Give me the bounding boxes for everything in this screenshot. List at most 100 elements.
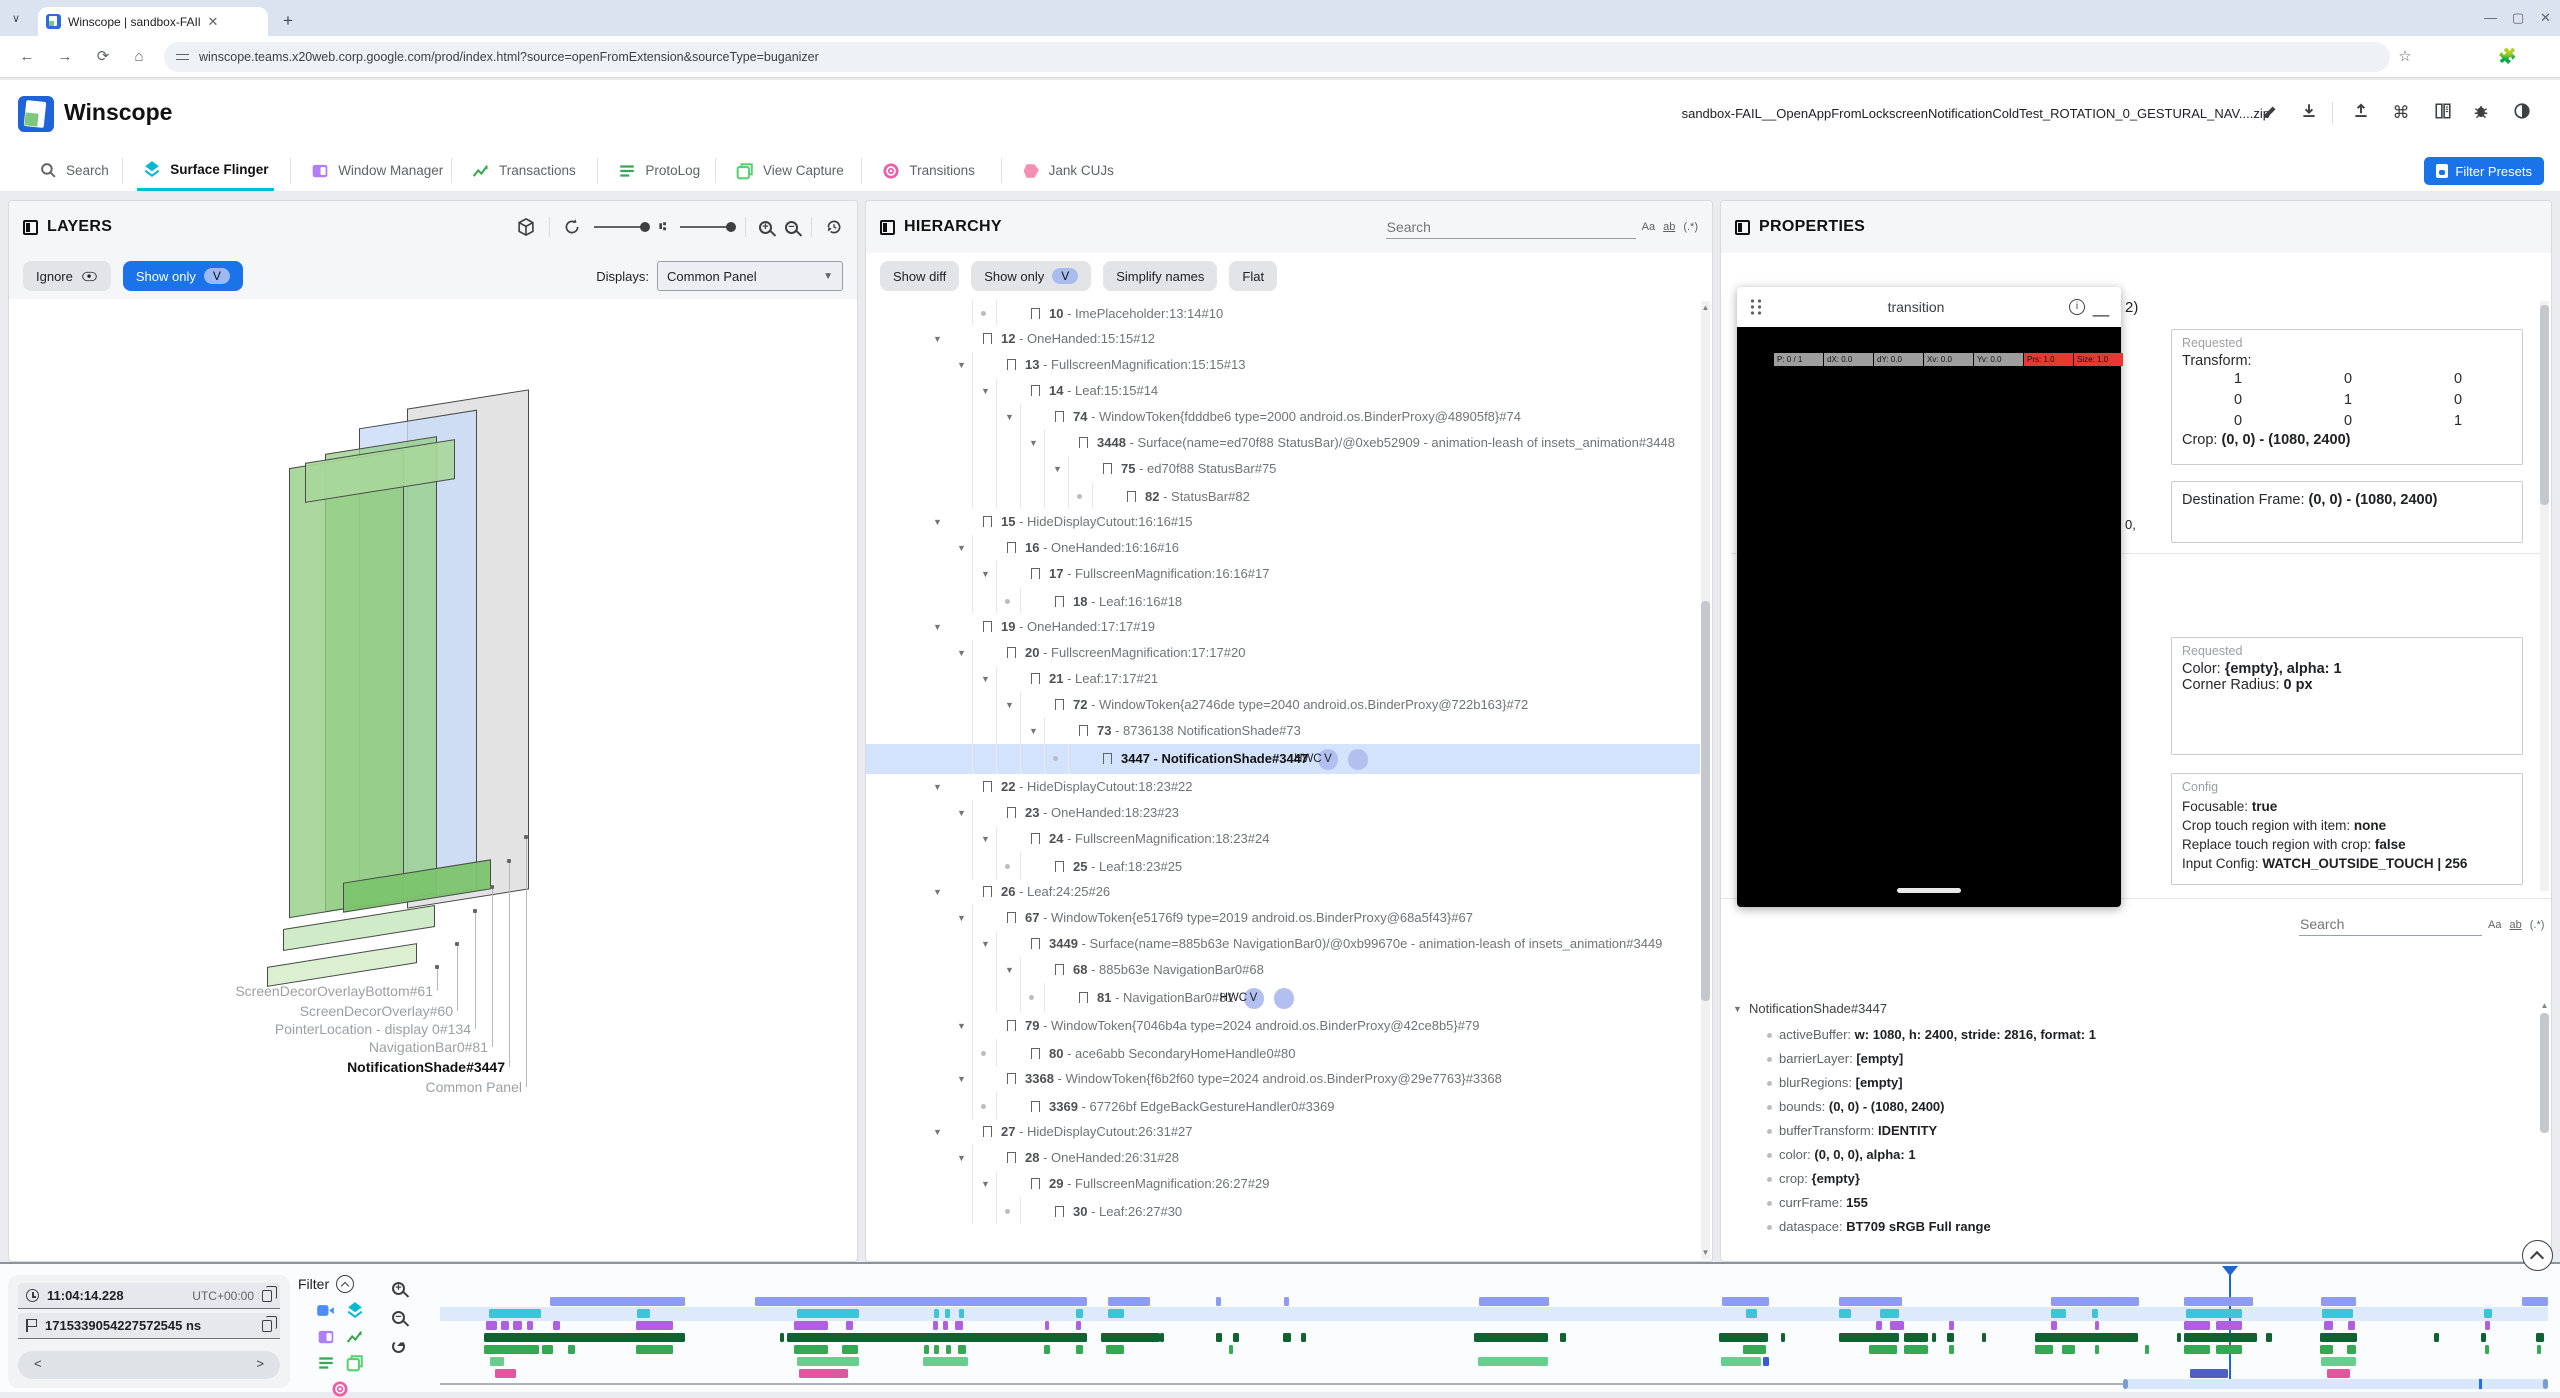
hierarchy-node-3448[interactable]: ▼3448 - Surface(name=ed70f88 StatusBar)/… — [866, 430, 1700, 456]
hierarchy-node-79[interactable]: ▼79 - WindowToken{7046b4a type=2024 andr… — [866, 1013, 1700, 1039]
hierarchy-node-25[interactable]: 25 - Leaf:18:23#25 — [866, 852, 1700, 879]
bookmark-star-icon[interactable]: ☆ — [2396, 48, 2414, 66]
show-rect-icon[interactable] — [1007, 359, 1016, 370]
range-selection[interactable] — [2123, 1379, 2548, 1389]
trace-filter-icons[interactable] — [310, 1301, 370, 1398]
show-rect-icon[interactable] — [1055, 964, 1064, 975]
hierarchy-node-20[interactable]: ▼20 - FullscreenMagnification:17:17#20 — [866, 640, 1700, 666]
show-rect-icon[interactable] — [983, 333, 992, 344]
window-minimize-button[interactable]: — — [2484, 10, 2497, 25]
hierarchy-node-3368[interactable]: ▼3368 - WindowToken{f6b2f60 type=2024 an… — [866, 1066, 1700, 1092]
hierarchy-node-18[interactable]: 18 - Leaf:16:16#18 — [866, 587, 1700, 614]
hierarchy-node-3447[interactable]: 3447 - NotificationShade#3447HWCV — [866, 744, 1700, 774]
window-close-button[interactable]: ✕ — [2540, 10, 2551, 26]
hierarchy-node-80[interactable]: 80 - ace6abb SecondaryHomeHandle0#80 — [866, 1039, 1700, 1066]
expand-arrow-icon[interactable]: ▼ — [1015, 1176, 1031, 1193]
scroll-down-icon[interactable]: ▼ — [1701, 1248, 1710, 1257]
hierarchy-node-3369[interactable]: 3369 - 67726bf EdgeBackGestureHandler0#3… — [866, 1092, 1700, 1119]
expand-arrow-icon[interactable]: ▼ — [967, 884, 983, 901]
hierarchy-node-28[interactable]: ▼28 - OneHanded:26:31#28 — [866, 1145, 1700, 1171]
expand-arrow-icon[interactable]: ▼ — [991, 645, 1007, 662]
copy-icon[interactable] — [262, 1290, 272, 1302]
search-options[interactable]: Aa ab (.*) — [2488, 919, 2544, 931]
expand-arrow-icon[interactable]: ▼ — [1063, 723, 1079, 740]
show-rect-icon[interactable] — [983, 886, 992, 897]
expand-arrow-icon[interactable]: ▼ — [1015, 936, 1031, 953]
show-rect-icon[interactable] — [1031, 1178, 1040, 1189]
tab-transitions[interactable]: Transitions — [876, 150, 981, 191]
expand-arrow-icon[interactable]: ▼ — [991, 805, 1007, 822]
timeline-reset-icon[interactable] — [392, 1340, 405, 1353]
expand-arrow-icon[interactable]: ▼ — [991, 910, 1007, 927]
hierarchy-scroll-thumb[interactable] — [1701, 601, 1710, 1001]
hierarchy-node-23[interactable]: ▼23 - OneHanded:18:23#23 — [866, 800, 1700, 826]
expand-arrow-icon[interactable]: ▼ — [1015, 566, 1031, 583]
hierarchy-node-29[interactable]: ▼29 - FullscreenMagnification:26:27#29 — [866, 1171, 1700, 1197]
show-rect-icon[interactable] — [1055, 596, 1064, 607]
hierarchy-node-72[interactable]: ▼72 - WindowToken{a2746de type=2040 andr… — [866, 692, 1700, 718]
expand-arrow-icon[interactable]: ▼ — [1063, 435, 1079, 452]
layer-label[interactable]: ScreenDecorOverlayBottom#61 — [235, 983, 433, 999]
forward-icon[interactable]: → — [56, 48, 74, 66]
hierarchy-node-74[interactable]: ▼74 - WindowToken{fdddbe6 type=2000 andr… — [866, 404, 1700, 430]
show-rect-icon[interactable] — [1007, 1020, 1016, 1031]
property-row-currFrame[interactable]: currFrame: 155 — [1731, 1190, 2535, 1214]
range-handle-left[interactable] — [2123, 1379, 2128, 1389]
report-bug-icon[interactable] — [2472, 102, 2494, 124]
shortcuts-cmd-icon[interactable]: ⌘ — [2390, 102, 2412, 124]
collapse-filter-icon[interactable] — [336, 1275, 354, 1293]
timeline-canvas[interactable] — [440, 1264, 2548, 1392]
zoom-out-icon[interactable]: − — [785, 221, 798, 234]
expand-arrow-icon[interactable]: ▼ — [1015, 383, 1031, 400]
expand-arrow-icon[interactable]: ▼ — [1039, 962, 1055, 979]
drag-handle-icon[interactable] — [1749, 298, 1763, 316]
expand-arrow-icon[interactable]: ▼ — [1015, 671, 1031, 688]
hierarchy-node-22[interactable]: ▼22 - HideDisplayCutout:18:23#22 — [866, 774, 1700, 800]
search-options[interactable]: Aa ab (.*) — [1642, 221, 1698, 233]
show-rect-icon[interactable] — [1103, 463, 1112, 474]
expand-arrow-icon[interactable]: ▼ — [1015, 831, 1031, 848]
show-rect-icon[interactable] — [1007, 807, 1016, 818]
show-rect-icon[interactable] — [983, 621, 992, 632]
expand-arrow-icon[interactable]: ▼ — [967, 1124, 983, 1141]
show-rect-icon[interactable] — [1055, 699, 1064, 710]
tab-surface-flinger[interactable]: Surface Flinger — [137, 150, 274, 191]
layer-label[interactable]: NavigationBar0#81 — [369, 1039, 488, 1055]
properties-scroll-thumb[interactable] — [2540, 305, 2549, 505]
expand-arrow-icon[interactable]: ▼ — [967, 619, 983, 636]
screen-recording-icon[interactable] — [316, 1301, 335, 1320]
show-only-chip-hierarchy[interactable]: Show onlyV — [971, 261, 1091, 291]
property-row-barrierLayer[interactable]: barrierLayer: [empty] — [1731, 1046, 2535, 1070]
ns-time-field[interactable]: 1715339054227572545 ns — [18, 1313, 280, 1339]
show-rect-icon[interactable] — [1055, 861, 1064, 872]
show-rect-icon[interactable] — [1031, 1101, 1040, 1112]
tab-search[interactable]: Search — [34, 150, 115, 191]
expand-arrow-icon[interactable]: ▼ — [967, 514, 983, 531]
pointer-location-sheet[interactable] — [289, 450, 404, 918]
reset-view-icon[interactable] — [825, 218, 843, 236]
show-rect-icon[interactable] — [1031, 385, 1040, 396]
hierarchy-node-27[interactable]: ▼27 - HideDisplayCutout:26:31#27 — [866, 1119, 1700, 1145]
properties-tree[interactable]: ▼NotificationShade#3447 activeBuffer: w:… — [1731, 997, 2535, 1261]
show-rect-icon[interactable] — [1031, 568, 1040, 579]
timeline-zoom-in-icon[interactable]: + — [392, 1282, 405, 1295]
edit-filename-pencil-icon[interactable] — [2262, 102, 2284, 124]
transition-preview-window[interactable]: transition i ＿ P: 0 / 1dX: 0.0dY: 0.0Xv:… — [1737, 287, 2121, 907]
show-rect-icon[interactable] — [1055, 1206, 1064, 1217]
expand-arrow-icon[interactable]: ▼ — [991, 357, 1007, 374]
timeline-range-scrollbar[interactable] — [440, 1379, 2548, 1389]
filter-presets-button[interactable]: Filter Presets — [2424, 157, 2544, 185]
layers-3d-view[interactable]: ScreenDecorOverlayBottom#61ScreenDecorOv… — [9, 299, 857, 1261]
hierarchy-node-21[interactable]: ▼21 - Leaf:17:17#21 — [866, 666, 1700, 692]
zoom-in-icon[interactable]: + — [759, 221, 772, 234]
home-icon[interactable]: ⌂ — [130, 48, 148, 66]
extensions-puzzle-icon[interactable]: 🧩 — [2498, 48, 2516, 66]
hierarchy-node-10[interactable]: 10 - ImePlaceholder:13:14#10 — [866, 299, 1700, 326]
window-manager-icon[interactable] — [317, 1328, 335, 1346]
property-row-activeBuffer[interactable]: activeBuffer: w: 1080, h: 2400, stride: … — [1731, 1022, 2535, 1046]
hierarchy-node-30[interactable]: 30 - Leaf:26:27#30 — [866, 1197, 1700, 1224]
show-rect-icon[interactable] — [1031, 1048, 1040, 1059]
hierarchy-node-14[interactable]: ▼14 - Leaf:15:15#14 — [866, 378, 1700, 404]
layer-label[interactable]: Common Panel — [426, 1079, 523, 1095]
hierarchy-node-13[interactable]: ▼13 - FullscreenMagnification:15:15#13 — [866, 352, 1700, 378]
